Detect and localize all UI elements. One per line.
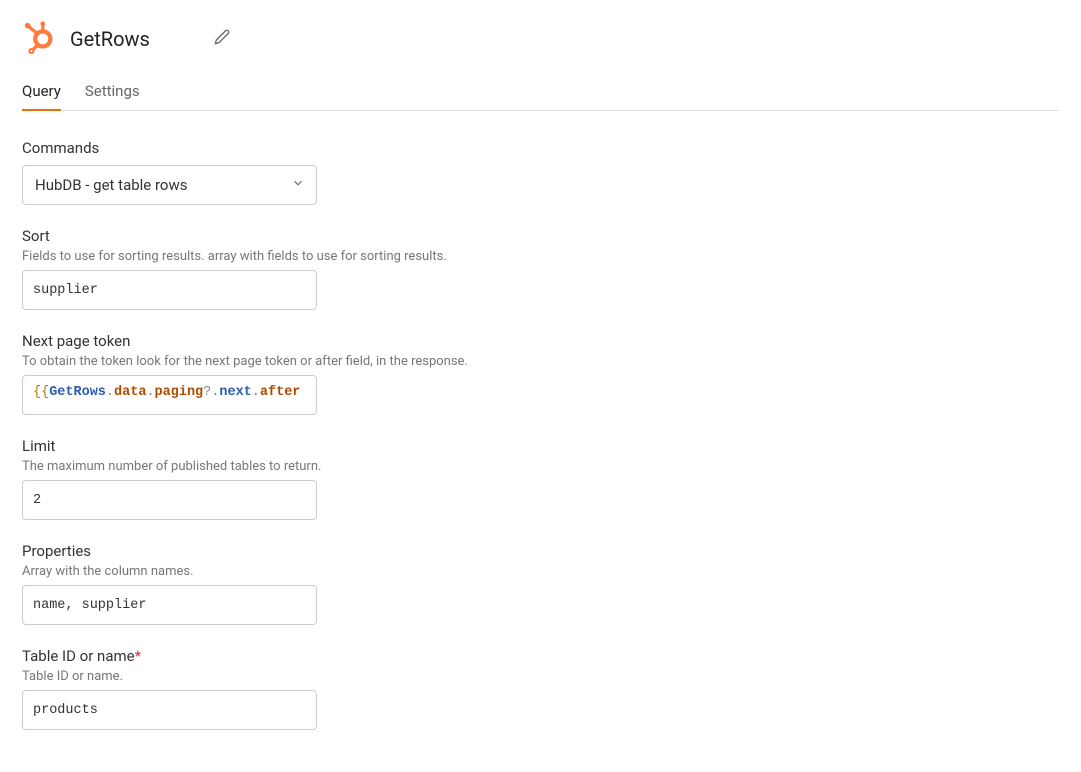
next-page-token-input[interactable]: {{GetRows.data.paging?.next.after: [22, 375, 317, 415]
table-id-input[interactable]: [22, 690, 317, 730]
token-ident: GetRows: [49, 385, 106, 400]
table-id-label: Table ID or name*: [22, 647, 1059, 665]
tab-query[interactable]: Query: [22, 76, 61, 110]
token-brace: {{: [33, 385, 49, 400]
commands-label: Commands: [22, 139, 1059, 157]
commands-value: HubDB - get table rows: [35, 176, 188, 194]
properties-input[interactable]: [22, 585, 317, 625]
hubspot-icon: [22, 20, 56, 58]
token-dot: .: [146, 385, 154, 400]
limit-helper: The maximum number of published tables t…: [22, 459, 1059, 474]
next-page-token-helper: To obtain the token look for the next pa…: [22, 354, 1059, 369]
commands-select[interactable]: HubDB - get table rows: [22, 165, 317, 205]
token-next: next: [219, 385, 251, 400]
token-dot: .: [106, 385, 114, 400]
sort-input[interactable]: [22, 270, 317, 310]
edit-icon[interactable]: [214, 29, 230, 49]
sort-helper: Fields to use for sorting results. array…: [22, 249, 1059, 264]
tabs: Query Settings: [22, 76, 1059, 111]
table-id-helper: Table ID or name.: [22, 669, 1059, 684]
limit-input[interactable]: [22, 480, 317, 520]
required-asterisk: *: [135, 647, 141, 665]
token-data: data: [114, 385, 146, 400]
token-after: after: [260, 385, 301, 400]
sort-label: Sort: [22, 227, 1059, 245]
table-id-label-text: Table ID or name: [22, 647, 135, 665]
token-dot: .: [252, 385, 260, 400]
next-page-token-label: Next page token: [22, 332, 1059, 350]
limit-label: Limit: [22, 437, 1059, 455]
page-title: GetRows: [70, 27, 150, 51]
properties-helper: Array with the column names.: [22, 564, 1059, 579]
properties-label: Properties: [22, 542, 1059, 560]
token-paging: paging: [155, 385, 204, 400]
tab-settings[interactable]: Settings: [85, 76, 140, 110]
